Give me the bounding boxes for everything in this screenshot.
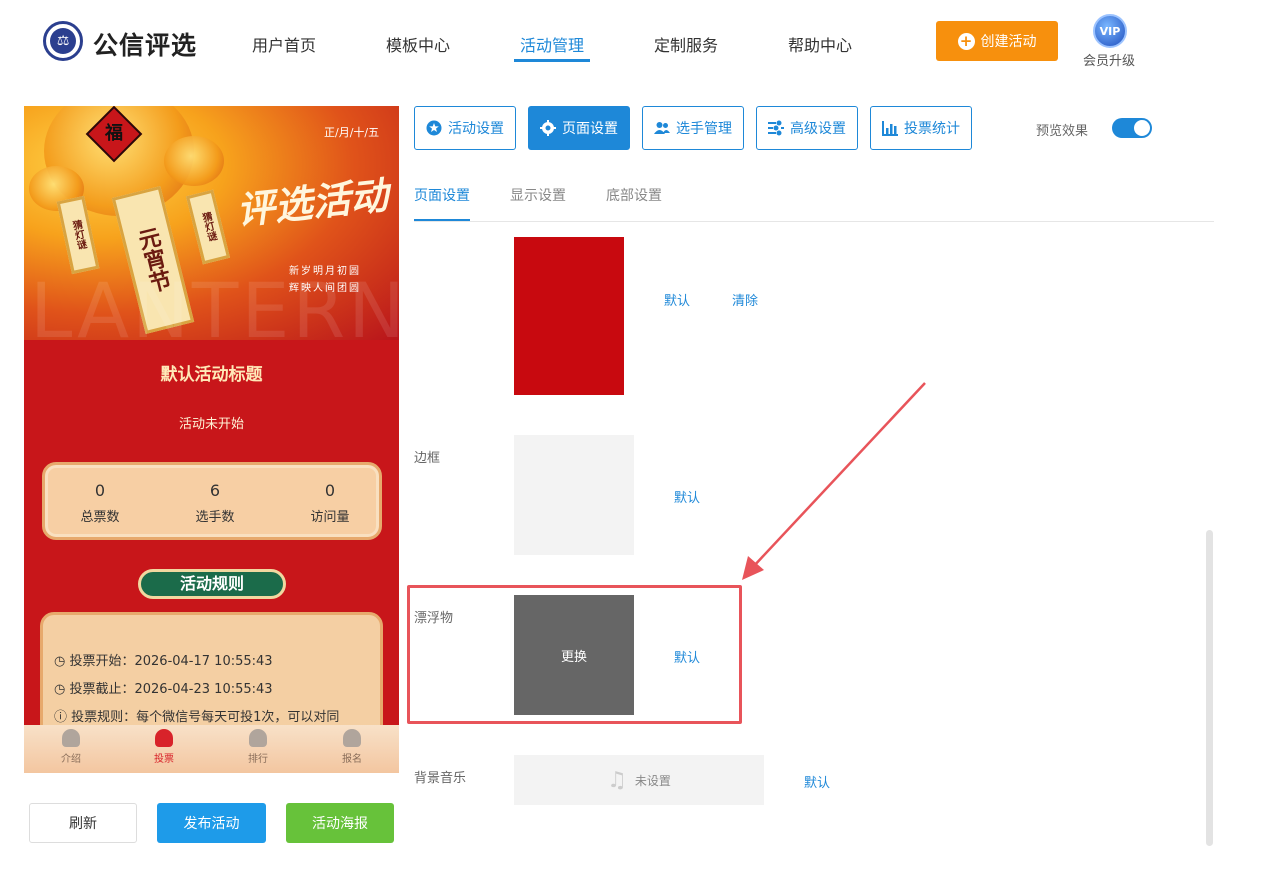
nav-activity-management[interactable]: 活动管理 — [520, 32, 584, 56]
bar-chart-icon — [882, 121, 898, 136]
mobile-preview: 福 正/月/十/五 猜灯谜 元宵节 猜灯谜 评选活动 新岁明月初圆 辉映人间团圆… — [24, 106, 399, 773]
rule-end: ◷ 投票截止：2026-04-23 10:55:43 — [54, 682, 273, 697]
gear-icon — [540, 120, 556, 136]
create-activity-label: 创建活动 — [980, 34, 1037, 50]
banner-date: 正/月/十/五 — [324, 126, 380, 139]
rule-policy: ⓘ 投票规则：每个微信号每天可投1次，可以对同 — [54, 710, 340, 725]
banner-tag-right: 猜灯谜 — [185, 189, 231, 265]
vip-upgrade-label[interactable]: 会员升级 — [1083, 50, 1135, 69]
preview-tabbar: 介绍 投票 排行 报名 — [24, 725, 399, 773]
vip-badge-icon[interactable]: VIP — [1093, 14, 1127, 48]
stat-contestants: 6 选手数 — [195, 481, 235, 525]
music-default-link[interactable]: 默认 — [804, 772, 830, 791]
info-icon: ⓘ — [54, 710, 72, 725]
subtab-divider — [414, 221, 1214, 222]
nav-template-center[interactable]: 模板中心 — [386, 32, 450, 56]
tab-signup[interactable]: 报名 — [322, 729, 382, 765]
refresh-button[interactable]: 刷新 — [29, 803, 137, 843]
music-label: 背景音乐 — [414, 771, 467, 786]
background-clear-link[interactable]: 清除 — [732, 290, 758, 309]
nav-help-center[interactable]: 帮助中心 — [788, 32, 852, 56]
preview-toggle[interactable] — [1112, 118, 1152, 138]
tab-advanced-settings[interactable]: 高级设置 — [756, 106, 858, 150]
subtab-footer-settings[interactable]: 底部设置 — [606, 185, 662, 205]
preview-banner: 福 正/月/十/五 猜灯谜 元宵节 猜灯谜 评选活动 新岁明月初圆 辉映人间团圆… — [24, 106, 399, 355]
nav-custom-service[interactable]: 定制服务 — [654, 32, 718, 56]
lantern-tab-icon — [249, 729, 267, 747]
clock-icon: ◷ — [54, 654, 70, 669]
rules-title: 活动规则 — [138, 569, 286, 599]
star-icon — [426, 120, 442, 136]
tab-vote[interactable]: 投票 — [134, 729, 194, 765]
publish-button[interactable]: 发布活动 — [157, 803, 266, 843]
lantern-tab-icon — [62, 729, 80, 747]
lantern-icon — [164, 136, 224, 186]
tab-vote-statistics[interactable]: 投票统计 — [870, 106, 972, 150]
create-activity-button[interactable]: + 创建活动 — [936, 21, 1058, 61]
tab-contestant-management[interactable]: 选手管理 — [642, 106, 744, 150]
music-picker[interactable]: ♫ 未设置 — [514, 755, 764, 805]
lantern-tab-icon — [155, 729, 173, 747]
users-icon — [654, 122, 670, 134]
tab-ranking[interactable]: 排行 — [228, 729, 288, 765]
subtab-page-settings[interactable]: 页面设置 — [414, 185, 470, 205]
annotation-arrow-icon — [742, 382, 926, 580]
clock-icon: ◷ — [54, 682, 70, 697]
background-default-link[interactable]: 默认 — [664, 290, 690, 309]
rule-start: ◷ 投票开始：2026-04-17 10:55:43 — [54, 654, 273, 669]
tab-page-settings[interactable]: 页面设置 — [528, 106, 630, 150]
toggle-knob — [1134, 120, 1150, 136]
activity-status: 活动未开始 — [178, 417, 244, 432]
tab-intro[interactable]: 介绍 — [41, 729, 101, 765]
highlight-box — [407, 585, 742, 724]
stat-visits: 0 访问量 — [310, 481, 350, 525]
nav-active-underline — [514, 59, 590, 62]
background-swatch[interactable] — [514, 237, 624, 395]
stat-total-votes: 0 总票数 — [80, 481, 120, 525]
border-swatch[interactable] — [514, 435, 634, 555]
preview-effect-label: 预览效果 — [1036, 124, 1089, 139]
lantern-tab-icon — [343, 729, 361, 747]
poster-button[interactable]: 活动海报 — [286, 803, 394, 843]
nav-user-home[interactable]: 用户首页 — [252, 32, 316, 56]
border-label: 边框 — [414, 451, 441, 466]
logo-text: 公信评选 — [93, 31, 198, 60]
music-value: 未设置 — [634, 773, 671, 788]
activity-title: 默认活动标题 — [160, 365, 263, 385]
music-note-icon: ♫ — [607, 767, 627, 793]
logo-icon: ⚖ — [43, 21, 83, 61]
plus-icon: + — [957, 32, 975, 50]
tab-activity-settings[interactable]: 活动设置 — [414, 106, 516, 150]
scrollbar[interactable] — [1206, 530, 1213, 846]
banner-watermark: LANTERN — [30, 266, 399, 355]
banner-title: 评选活动 — [234, 172, 391, 233]
sliders-icon — [768, 120, 784, 136]
stats-card: 0 总票数 6 选手数 0 访问量 — [42, 462, 382, 540]
border-default-link[interactable]: 默认 — [674, 487, 700, 506]
subtab-display-settings[interactable]: 显示设置 — [510, 185, 566, 205]
